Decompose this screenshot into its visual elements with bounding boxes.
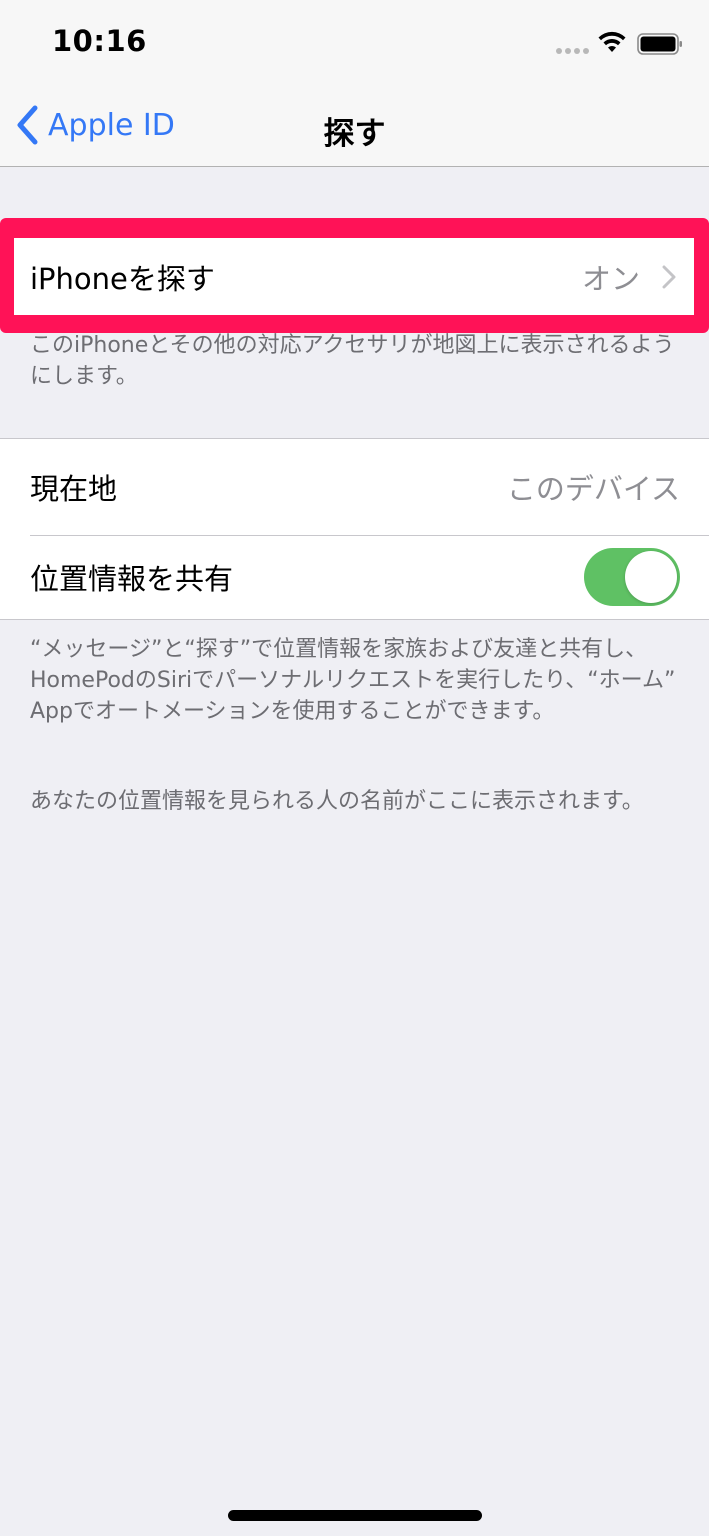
find-iphone-value: オン (581, 261, 640, 296)
share-location-label: 位置情報を共有 (30, 562, 234, 596)
current-location-value: このデバイス (506, 472, 680, 506)
current-location-row[interactable]: 現在地 このデバイス (0, 439, 709, 535)
current-location-label: 現在地 (30, 472, 118, 506)
status-bar: 10:16 (0, 0, 709, 88)
page-title: 探す (323, 116, 386, 152)
navigation-bar: Apple ID 探す (0, 88, 709, 167)
battery-icon (637, 33, 682, 55)
location-viewers-note: あなたの位置情報を見られる人の名前がここに表示されます。 (30, 789, 644, 814)
chevron-right-icon (662, 265, 676, 288)
find-iphone-label: iPhoneを探す (30, 261, 215, 296)
find-iphone-footer: このiPhoneとその他の対応アクセサリが地図上に表示されるようにします。 (30, 333, 675, 389)
share-location-toggle[interactable] (584, 548, 680, 606)
home-indicator[interactable] (228, 1510, 482, 1521)
location-settings-group: 現在地 このデバイス 位置情報を共有 (0, 438, 709, 620)
find-iphone-cell[interactable]: iPhoneを探す オン (14, 238, 694, 315)
cellular-signal-icon (556, 48, 589, 54)
find-iphone-value-group: オン (582, 256, 676, 298)
toggle-knob (625, 551, 677, 603)
share-location-row: 位置情報を共有 (0, 535, 709, 619)
status-time: 10:16 (52, 24, 147, 58)
share-location-footer: “メッセージ”と“探す”で位置情報を家族および友達と共有し、HomePodのSi… (30, 637, 676, 724)
wifi-icon (598, 31, 626, 52)
